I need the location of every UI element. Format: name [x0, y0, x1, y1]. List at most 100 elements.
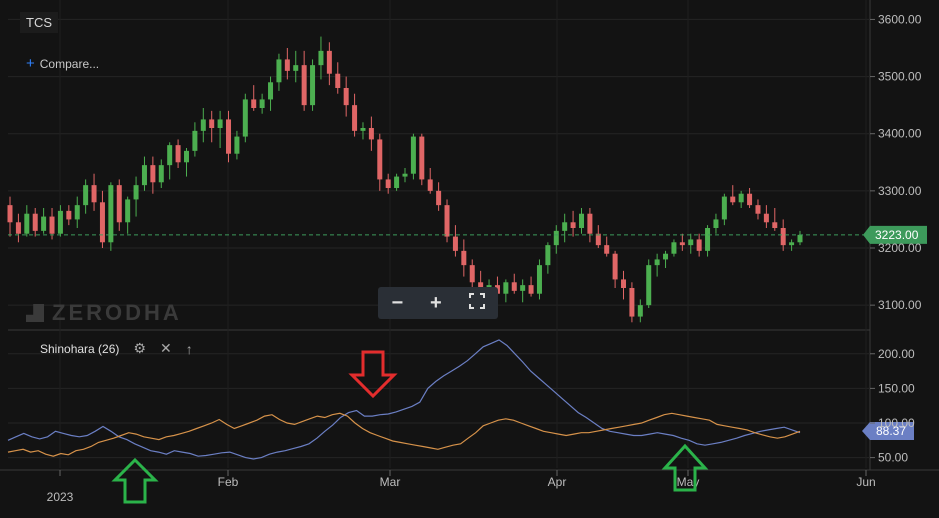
- compare-button[interactable]: + Compare...: [26, 55, 99, 72]
- candle-body: [368, 128, 374, 140]
- candle: [721, 193, 727, 226]
- candle: [326, 42, 332, 86]
- candle: [7, 196, 13, 237]
- candle: [209, 110, 215, 143]
- candle: [310, 59, 316, 111]
- candle: [377, 133, 383, 191]
- candle: [604, 236, 610, 257]
- candle-body: [83, 185, 89, 206]
- fullscreen-icon: [468, 293, 485, 309]
- candle: [410, 133, 416, 180]
- candle-body: [293, 65, 299, 71]
- candle-body: [578, 213, 584, 228]
- candle: [646, 259, 652, 308]
- candle-body: [326, 50, 332, 74]
- candle-body: [730, 196, 736, 203]
- candle: [553, 225, 559, 254]
- candle-body: [108, 185, 114, 243]
- chart-canvas[interactable]: 3223.00 88.37 3600.00 3500.00 3400.00 3300.…: [0, 0, 939, 513]
- candle: [150, 156, 156, 194]
- candle-body: [696, 239, 702, 251]
- candle: [318, 36, 324, 80]
- candle-body: [284, 59, 290, 71]
- candle: [125, 196, 131, 234]
- candle: [730, 185, 736, 206]
- last-price-line: 3223.00: [8, 225, 927, 244]
- candle: [251, 85, 257, 111]
- candle: [452, 225, 458, 257]
- candle-body: [570, 222, 576, 228]
- candle-body: [150, 165, 156, 183]
- time-tick-label: 2023: [47, 490, 74, 504]
- candle-body: [217, 119, 223, 128]
- candle: [192, 122, 198, 157]
- candle: [663, 250, 669, 268]
- green-up-arrow-left: [111, 457, 159, 504]
- time-tick-label: Jun: [856, 475, 875, 489]
- candle: [536, 259, 542, 300]
- zoom-out-button[interactable]: −: [391, 293, 403, 313]
- candle-body: [629, 288, 635, 317]
- candle: [83, 179, 89, 214]
- indicator-tick-label: 200.00: [878, 347, 915, 361]
- zoom-in-button[interactable]: +: [430, 293, 442, 313]
- candle: [444, 199, 450, 243]
- candle: [755, 199, 761, 220]
- candle: [284, 48, 290, 80]
- indicator-name[interactable]: Shinohara (26): [40, 342, 119, 356]
- candle-body: [91, 185, 97, 203]
- candle-body: [158, 165, 164, 183]
- gear-icon[interactable]: ⚙: [133, 340, 146, 357]
- arrow-up-icon[interactable]: ↑: [186, 341, 193, 357]
- candle-body: [276, 59, 282, 83]
- candle: [200, 108, 206, 143]
- candle-body: [755, 205, 761, 214]
- candle-body: [721, 196, 727, 220]
- zerodha-watermark: ZERODHA: [26, 300, 182, 326]
- price-tick-label: 3400.00: [878, 127, 922, 141]
- candle: [520, 279, 526, 303]
- candle-body: [545, 245, 551, 266]
- symbol-label[interactable]: TCS: [20, 12, 58, 33]
- candle: [234, 130, 240, 160]
- candle: [511, 273, 517, 294]
- close-icon[interactable]: ✕: [160, 340, 172, 357]
- candle-body: [654, 259, 660, 266]
- candle-body: [15, 222, 21, 234]
- candle-body: [259, 99, 265, 108]
- candle: [705, 225, 711, 257]
- candle-body: [226, 119, 232, 154]
- time-tick-label: Feb: [218, 475, 239, 489]
- candle-body: [32, 213, 38, 231]
- candle-body: [511, 282, 517, 291]
- chart-area[interactable]: 3223.00 88.37 3600.00 3500.00 3400.00 3300.…: [0, 0, 939, 513]
- candle: [637, 299, 643, 323]
- candle: [797, 230, 803, 246]
- time-tick-label: Mar: [380, 475, 401, 489]
- candle-body: [394, 176, 400, 188]
- candle: [545, 242, 551, 274]
- candle: [133, 176, 139, 217]
- candle: [595, 225, 601, 248]
- candle: [57, 205, 63, 237]
- candle-body: [789, 242, 795, 246]
- candle: [158, 159, 164, 188]
- candle: [259, 93, 265, 114]
- candle: [352, 93, 358, 137]
- time-axis: 2023Feb Mar Apr May Jun: [47, 470, 876, 504]
- price-tick-label: 3500.00: [878, 70, 922, 84]
- candle: [570, 210, 576, 237]
- candle: [91, 173, 97, 211]
- candle: [436, 182, 442, 211]
- candle: [175, 139, 181, 168]
- candle: [654, 253, 660, 277]
- fullscreen-button[interactable]: [468, 293, 485, 313]
- candle-body: [553, 230, 559, 246]
- candle: [32, 208, 38, 237]
- candle-body: [343, 88, 349, 106]
- last-price-label: 3223.00: [875, 228, 919, 242]
- candle-body: [536, 265, 542, 294]
- candlestick-series: [7, 36, 803, 323]
- candle-body: [192, 130, 198, 151]
- candle-body: [116, 185, 122, 223]
